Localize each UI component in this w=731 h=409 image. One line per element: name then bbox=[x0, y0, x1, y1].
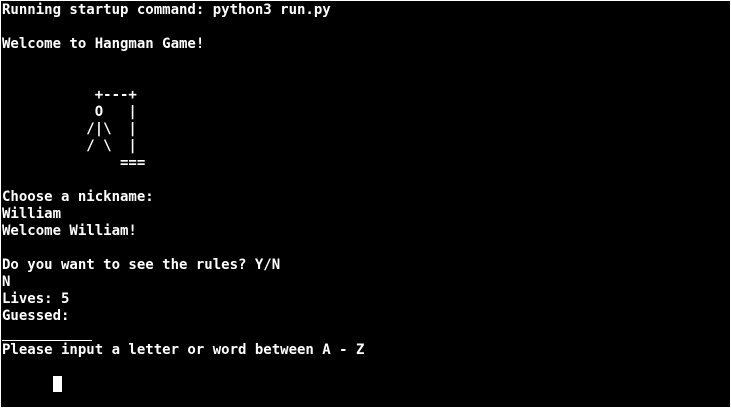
letter-input-prompt: Please input a letter or word between A … bbox=[2, 342, 365, 358]
word-blanks bbox=[2, 325, 730, 342]
terminal-output: Running startup command: python3 run.py … bbox=[2, 2, 730, 392]
rules-answer-echo: N bbox=[2, 274, 11, 290]
hangman-ascii-art: +---+ O | /|\ | / \ | === bbox=[86, 87, 146, 171]
terminal-window[interactable]: Running startup command: python3 run.py … bbox=[1, 1, 730, 407]
rules-prompt: Do you want to see the rules? Y/N bbox=[2, 257, 281, 273]
word-blanks-underline bbox=[2, 340, 92, 341]
welcome-message: Welcome to Hangman Game! bbox=[2, 36, 205, 52]
startup-command-line: Running startup command: python3 run.py bbox=[2, 2, 331, 18]
guessed-letters: Guessed: bbox=[2, 308, 70, 324]
input-line[interactable] bbox=[2, 359, 730, 392]
welcome-user-message: Welcome William! bbox=[2, 223, 137, 239]
text-cursor[interactable] bbox=[52, 376, 62, 392]
nickname-prompt: Choose a nickname: bbox=[2, 189, 154, 205]
nickname-input-echo: William bbox=[2, 206, 62, 222]
lives-status: Lives: 5 bbox=[2, 291, 70, 307]
